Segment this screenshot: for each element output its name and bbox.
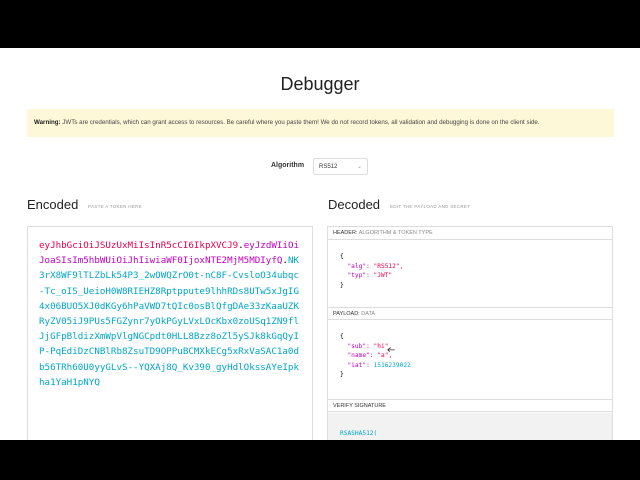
token-signature-part: NK3rX8WF9lTLZbLk54P3_2wOWQZrO0t-nC8F-Cvs…	[39, 255, 300, 388]
json-brace: {	[340, 333, 344, 340]
warning-text: JWTs are credentials, which can grant ac…	[60, 119, 540, 126]
json-brace: }	[340, 281, 344, 289]
header-section-heading: HEADER: ALGORITHM & TOKEN TYPE	[328, 227, 612, 240]
warning-banner: Warning: JWTs are credentials, which can…	[27, 109, 614, 137]
json-key-sub: "sub":	[347, 342, 374, 350]
decoded-subheading: EDIT THE PAYLOAD AND SECRET	[390, 204, 471, 209]
signature-function: RSASHA512(	[340, 430, 378, 437]
json-key-alg: "alg":	[347, 262, 374, 270]
json-key-typ: "typ":	[347, 272, 374, 279]
warning-label: Warning:	[34, 119, 61, 126]
decoded-panel: HEADER: ALGORITHM & TOKEN TYPE { "alg": …	[327, 226, 613, 440]
encoded-token-input[interactable]: eyJhbGciOiJSUzUxMiIsInR5cCI6IkpXVCJ9.eyJ…	[27, 226, 313, 440]
header-json-editor[interactable]: { "alg": "RS512", "typ": "JWT" }	[340, 252, 403, 290]
encoded-subheading: PASTE A TOKEN HERE	[88, 204, 142, 209]
json-value-iat: 1516239022	[373, 361, 411, 369]
json-key-name: "name":	[347, 352, 378, 359]
algorithm-selected-value: RS512	[319, 164, 338, 170]
decoded-heading: Decoded	[328, 197, 381, 212]
token-header-part: eyJhbGciOiJSUzUxMiIsInR5cCI6IkpXVCJ9	[39, 240, 239, 251]
debugger-page: Debugger Warning: JWTs are credentials, …	[0, 48, 640, 440]
chevron-down-icon: ⌄	[356, 164, 362, 170]
payload-section-sub: DATA	[361, 311, 376, 317]
signature-section-heading: VERIFY SIGNATURE	[328, 399, 612, 412]
json-brace: }	[340, 371, 344, 378]
encoded-token-text[interactable]: eyJhbGciOiJSUzUxMiIsInR5cCI6IkpXVCJ9.eyJ…	[39, 238, 299, 390]
text-cursor-icon: ←	[387, 345, 396, 356]
json-value-typ: "JWT"	[373, 272, 393, 279]
signature-editor[interactable]: RSASHA512(	[328, 413, 612, 440]
header-section-sub: ALGORITHM & TOKEN TYPE	[358, 230, 433, 236]
payload-section-heading: PAYLOAD: DATA	[328, 307, 612, 320]
json-value-alg: "RS512",	[373, 262, 404, 270]
encoded-heading: Encoded	[27, 197, 79, 212]
payload-section-label: PAYLOAD:	[333, 311, 360, 317]
algorithm-select[interactable]: RS512 ⌄	[313, 158, 368, 175]
payload-json-editor[interactable]: { "sub": "hi", "name": "a", "iat": 15162…	[340, 332, 411, 380]
signature-section-label: VERIFY SIGNATURE	[333, 403, 386, 409]
json-key-iat: "iat":	[347, 361, 374, 369]
header-section-label: HEADER:	[333, 230, 358, 236]
algorithm-label: Algorithm	[271, 162, 305, 169]
json-brace: {	[340, 253, 344, 260]
page-title: Debugger	[280, 74, 360, 94]
